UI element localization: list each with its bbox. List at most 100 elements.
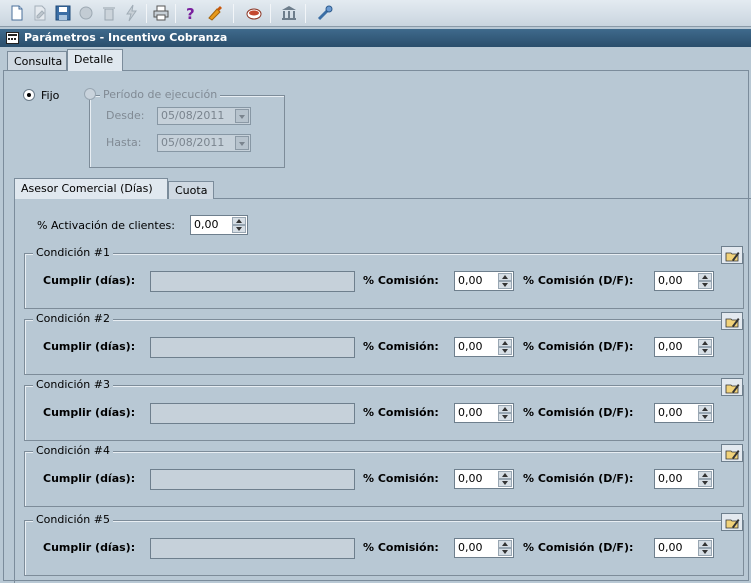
cumplir-label: Cumplir (días):	[43, 340, 136, 353]
spin-down-icon[interactable]	[698, 281, 712, 289]
outer-tabs: Consulta Detalle	[0, 48, 751, 71]
condition-group: Condición #2 Cumplir (días): % Comisión: 0,…	[24, 312, 744, 375]
spin-down-icon[interactable]	[698, 347, 712, 355]
to-date-field[interactable]: 05/08/2011	[157, 134, 251, 152]
comision-label: % Comisión:	[363, 472, 439, 485]
to-label: Hasta:	[106, 136, 142, 149]
edit-condition-button[interactable]	[721, 513, 743, 531]
folder-edit-icon	[725, 252, 740, 262]
spin-up-icon[interactable]	[498, 273, 512, 281]
folder-edit-icon	[725, 450, 740, 460]
tab-detalle[interactable]: Detalle	[67, 49, 123, 71]
clean-icon[interactable]	[206, 4, 224, 22]
tab-consulta[interactable]: Consulta	[7, 51, 67, 71]
condition-group: Condición #5 Cumplir (días): % Comisión: 0,…	[24, 513, 744, 576]
spin-down-icon[interactable]	[498, 548, 512, 556]
cumplir-label: Cumplir (días):	[43, 274, 136, 287]
period-radio[interactable]	[84, 88, 96, 100]
folder-edit-icon	[725, 384, 740, 394]
fixed-radio[interactable]	[23, 89, 35, 101]
tab-asesor-comercial[interactable]: Asesor Comercial (Días)	[14, 178, 168, 199]
help-icon[interactable]: ?	[181, 4, 199, 22]
from-label: Desde:	[106, 109, 145, 122]
comision-df-input[interactable]: 0,00	[654, 538, 714, 558]
cumplir-input[interactable]	[150, 337, 355, 358]
spin-up-icon[interactable]	[698, 540, 712, 548]
comision-df-label: % Comisión (D/F):	[523, 340, 634, 353]
comision-input[interactable]: 0,00	[454, 271, 514, 291]
comision-input[interactable]: 0,00	[454, 403, 514, 423]
cumplir-input[interactable]	[150, 403, 355, 424]
spin-down-icon[interactable]	[698, 548, 712, 556]
spin-down-icon[interactable]	[232, 225, 246, 233]
edit-document-icon[interactable]	[31, 4, 49, 22]
cumplir-input[interactable]	[150, 469, 355, 490]
condition-title: Condición #2	[33, 312, 113, 325]
spin-up-icon[interactable]	[698, 405, 712, 413]
record-icon[interactable]	[77, 4, 95, 22]
spin-up-icon[interactable]	[232, 217, 246, 225]
comision-df-label: % Comisión (D/F):	[523, 406, 634, 419]
tools-icon[interactable]	[316, 4, 334, 22]
calculator-icon	[6, 32, 19, 44]
comision-input[interactable]: 0,00	[454, 337, 514, 357]
save-icon[interactable]	[54, 4, 72, 22]
cumplir-label: Cumplir (días):	[43, 472, 136, 485]
spin-down-icon[interactable]	[498, 479, 512, 487]
comision-df-input[interactable]: 0,00	[654, 403, 714, 423]
to-date-dropdown-icon[interactable]	[235, 136, 249, 150]
comision-label: % Comisión:	[363, 541, 439, 554]
comision-label: % Comisión:	[363, 406, 439, 419]
cumplir-label: Cumplir (días):	[43, 406, 136, 419]
comision-df-label: % Comisión (D/F):	[523, 541, 634, 554]
comision-df-input[interactable]: 0,00	[654, 271, 714, 291]
edit-condition-button[interactable]	[721, 378, 743, 396]
tab-cuota[interactable]: Cuota	[168, 181, 214, 199]
process-icon[interactable]	[123, 4, 141, 22]
condition-title: Condición #3	[33, 378, 113, 391]
spin-up-icon[interactable]	[498, 540, 512, 548]
from-date-field[interactable]: 05/08/2011	[157, 107, 251, 125]
spin-up-icon[interactable]	[498, 405, 512, 413]
spin-down-icon[interactable]	[698, 413, 712, 421]
period-group	[89, 95, 285, 168]
spin-down-icon[interactable]	[498, 281, 512, 289]
condition-title: Condición #1	[33, 246, 113, 259]
condition-title: Condición #4	[33, 444, 113, 457]
window-titlebar: Parámetros - Incentivo Cobranza	[0, 29, 751, 47]
window-title: Parámetros - Incentivo Cobranza	[24, 31, 228, 44]
edit-condition-button[interactable]	[721, 444, 743, 462]
spin-up-icon[interactable]	[698, 471, 712, 479]
condition-group: Condición #4 Cumplir (días): % Comisión: 0,…	[24, 444, 744, 507]
folder-edit-icon	[725, 318, 740, 328]
comision-df-label: % Comisión (D/F):	[523, 274, 634, 287]
comision-df-input[interactable]: 0,00	[654, 337, 714, 357]
from-date-dropdown-icon[interactable]	[235, 109, 249, 123]
comision-df-input[interactable]: 0,00	[654, 469, 714, 489]
edit-condition-button[interactable]	[721, 312, 743, 330]
spin-up-icon[interactable]	[498, 339, 512, 347]
edit-condition-button[interactable]	[721, 246, 743, 264]
spin-down-icon[interactable]	[498, 347, 512, 355]
exit-icon[interactable]	[245, 4, 263, 22]
print-icon[interactable]	[152, 4, 170, 22]
comision-input[interactable]: 0,00	[454, 469, 514, 489]
delete-icon[interactable]	[100, 4, 118, 22]
cumplir-label: Cumplir (días):	[43, 541, 136, 554]
spin-up-icon[interactable]	[698, 339, 712, 347]
condition-group: Condición #1 Cumplir (días): % Comisión: 0,…	[24, 246, 744, 309]
comision-input[interactable]: 0,00	[454, 538, 514, 558]
cumplir-input[interactable]	[150, 538, 355, 559]
spin-up-icon[interactable]	[698, 273, 712, 281]
new-document-icon[interactable]	[8, 4, 26, 22]
activation-input[interactable]: 0,00	[190, 215, 248, 235]
svg-text:?: ?	[186, 5, 195, 22]
spin-up-icon[interactable]	[498, 471, 512, 479]
spin-down-icon[interactable]	[698, 479, 712, 487]
bank-icon[interactable]	[280, 4, 298, 22]
spin-down-icon[interactable]	[498, 413, 512, 421]
activation-label: % Activación de clientes:	[37, 219, 175, 232]
comision-label: % Comisión:	[363, 340, 439, 353]
comision-label: % Comisión:	[363, 274, 439, 287]
cumplir-input[interactable]	[150, 271, 355, 292]
